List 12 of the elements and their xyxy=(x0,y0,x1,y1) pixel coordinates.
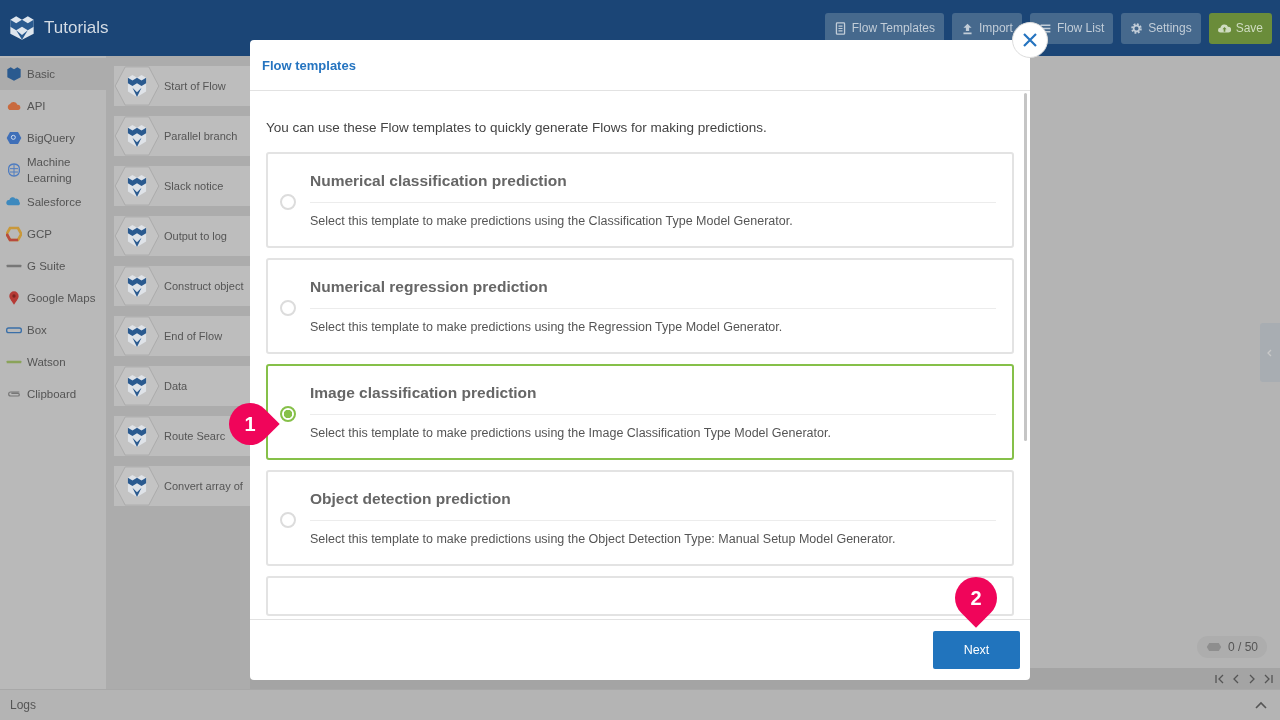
template-description: Select this template to make predictions using the Object Detection Type: Manual Setup Model Generator. xyxy=(310,532,897,546)
template-title: Image classification prediction xyxy=(310,384,996,415)
app-title: Tutorials xyxy=(44,18,109,38)
template-title: Numerical regression prediction xyxy=(310,278,996,309)
node-counter: 0 / 50 xyxy=(1196,636,1267,658)
dialog-title: Flow templates xyxy=(262,57,356,73)
template-title: Object detection prediction xyxy=(310,490,996,521)
template-description: Select this template to make predictions using the Classification Type Model Generator. xyxy=(310,214,794,228)
intro-text: You can use these Flow templates to quickly generate Flows for making predictions. xyxy=(266,120,768,135)
template-description: Select this template to make predictions using the Regression Type Model Generator. xyxy=(310,320,784,334)
template-title: Numerical classification prediction xyxy=(310,172,996,203)
template-description: Select this template to make predictions using the Image Classification Type Model Generator. xyxy=(310,426,832,440)
